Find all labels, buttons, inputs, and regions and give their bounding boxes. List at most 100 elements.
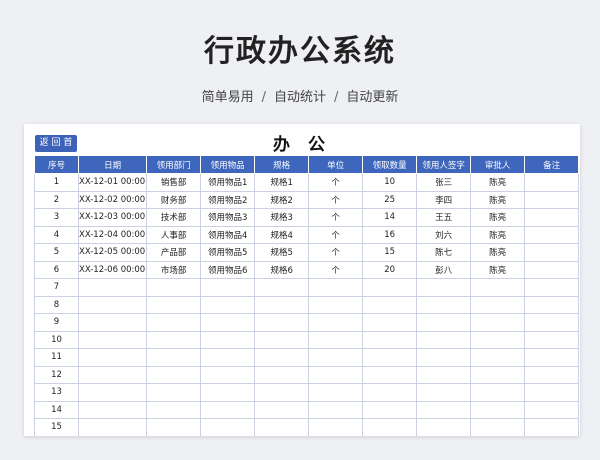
cell-date[interactable]	[77, 348, 148, 367]
cell-index[interactable]: 15	[34, 418, 79, 436]
cell-approver[interactable]: 陈亮	[470, 225, 526, 244]
cell-item[interactable]	[200, 383, 256, 402]
cell-item[interactable]	[200, 400, 256, 419]
cell-department[interactable]	[146, 383, 202, 402]
cell-remarks[interactable]	[524, 400, 580, 419]
cell-index[interactable]: 12	[34, 365, 79, 384]
cell-quantity[interactable]	[362, 365, 418, 384]
cell-date[interactable]: XX-12-04 00:00	[77, 225, 148, 244]
cell-item[interactable]	[200, 418, 256, 436]
cell-spec[interactable]: 规格4	[254, 225, 310, 244]
cell-spec[interactable]	[254, 278, 310, 297]
cell-department[interactable]	[146, 278, 202, 297]
cell-unit[interactable]	[308, 278, 364, 297]
cell-department[interactable]: 财务部	[146, 190, 202, 209]
cell-spec[interactable]	[254, 365, 310, 384]
cell-item[interactable]: 领用物品2	[200, 190, 256, 209]
cell-date[interactable]	[77, 418, 148, 436]
cell-item[interactable]	[200, 365, 256, 384]
cell-approver[interactable]	[470, 295, 526, 314]
cell-remarks[interactable]	[524, 225, 580, 244]
cell-remarks[interactable]	[524, 208, 580, 227]
cell-unit[interactable]	[308, 330, 364, 349]
cell-remarks[interactable]	[524, 190, 580, 209]
cell-department[interactable]: 市场部	[146, 260, 202, 279]
cell-date[interactable]	[77, 383, 148, 402]
cell-unit[interactable]	[308, 365, 364, 384]
cell-index[interactable]: 1	[34, 173, 79, 192]
cell-quantity[interactable]	[362, 295, 418, 314]
cell-department[interactable]	[146, 400, 202, 419]
cell-spec[interactable]	[254, 295, 310, 314]
cell-unit[interactable]	[308, 313, 364, 332]
cell-department[interactable]	[146, 348, 202, 367]
cell-department[interactable]	[146, 295, 202, 314]
cell-spec[interactable]: 规格5	[254, 243, 310, 262]
cell-unit[interactable]: 个	[308, 208, 364, 227]
cell-index[interactable]: 2	[34, 190, 79, 209]
cell-spec[interactable]: 规格2	[254, 190, 310, 209]
cell-quantity[interactable]: 20	[362, 260, 418, 279]
cell-spec[interactable]	[254, 330, 310, 349]
cell-quantity[interactable]	[362, 348, 418, 367]
cell-date[interactable]: XX-12-03 00:00	[77, 208, 148, 227]
cell-item[interactable]: 领用物品1	[200, 173, 256, 192]
cell-unit[interactable]	[308, 383, 364, 402]
cell-quantity[interactable]: 10	[362, 173, 418, 192]
cell-recipient[interactable]: 彭八	[416, 260, 472, 279]
cell-item[interactable]	[200, 313, 256, 332]
cell-department[interactable]: 产品部	[146, 243, 202, 262]
cell-approver[interactable]	[470, 313, 526, 332]
cell-quantity[interactable]: 15	[362, 243, 418, 262]
cell-approver[interactable]	[470, 330, 526, 349]
cell-index[interactable]: 3	[34, 208, 79, 227]
cell-index[interactable]: 14	[34, 400, 79, 419]
cell-index[interactable]: 6	[34, 260, 79, 279]
cell-department[interactable]	[146, 330, 202, 349]
cell-item[interactable]: 领用物品3	[200, 208, 256, 227]
cell-approver[interactable]	[470, 383, 526, 402]
cell-spec[interactable]	[254, 313, 310, 332]
cell-recipient[interactable]	[416, 400, 472, 419]
cell-date[interactable]	[77, 400, 148, 419]
cell-approver[interactable]	[470, 400, 526, 419]
cell-date[interactable]: XX-12-05 00:00	[77, 243, 148, 262]
cell-index[interactable]: 7	[34, 278, 79, 297]
cell-index[interactable]: 11	[34, 348, 79, 367]
cell-remarks[interactable]	[524, 260, 580, 279]
cell-index[interactable]: 13	[34, 383, 79, 402]
cell-remarks[interactable]	[524, 365, 580, 384]
cell-remarks[interactable]	[524, 278, 580, 297]
cell-spec[interactable]: 规格1	[254, 173, 310, 192]
cell-approver[interactable]: 陈亮	[470, 173, 526, 192]
cell-remarks[interactable]	[524, 383, 580, 402]
cell-date[interactable]: XX-12-06 00:00	[77, 260, 148, 279]
cell-item[interactable]	[200, 330, 256, 349]
cell-date[interactable]	[77, 278, 148, 297]
cell-unit[interactable]	[308, 418, 364, 436]
cell-item[interactable]: 领用物品4	[200, 225, 256, 244]
cell-recipient[interactable]	[416, 295, 472, 314]
cell-spec[interactable]: 规格6	[254, 260, 310, 279]
cell-department[interactable]: 销售部	[146, 173, 202, 192]
cell-remarks[interactable]	[524, 313, 580, 332]
cell-spec[interactable]	[254, 348, 310, 367]
cell-approver[interactable]: 陈亮	[470, 208, 526, 227]
cell-department[interactable]	[146, 313, 202, 332]
cell-remarks[interactable]	[524, 348, 580, 367]
cell-quantity[interactable]	[362, 330, 418, 349]
cell-remarks[interactable]	[524, 295, 580, 314]
cell-index[interactable]: 10	[34, 330, 79, 349]
cell-recipient[interactable]	[416, 418, 472, 436]
cell-spec[interactable]	[254, 383, 310, 402]
cell-remarks[interactable]	[524, 418, 580, 436]
cell-date[interactable]	[77, 313, 148, 332]
cell-department[interactable]: 人事部	[146, 225, 202, 244]
cell-recipient[interactable]	[416, 348, 472, 367]
cell-date[interactable]	[77, 330, 148, 349]
cell-index[interactable]: 9	[34, 313, 79, 332]
cell-recipient[interactable]	[416, 383, 472, 402]
cell-item[interactable]	[200, 295, 256, 314]
cell-date[interactable]: XX-12-01 00:00	[77, 173, 148, 192]
cell-item[interactable]	[200, 348, 256, 367]
